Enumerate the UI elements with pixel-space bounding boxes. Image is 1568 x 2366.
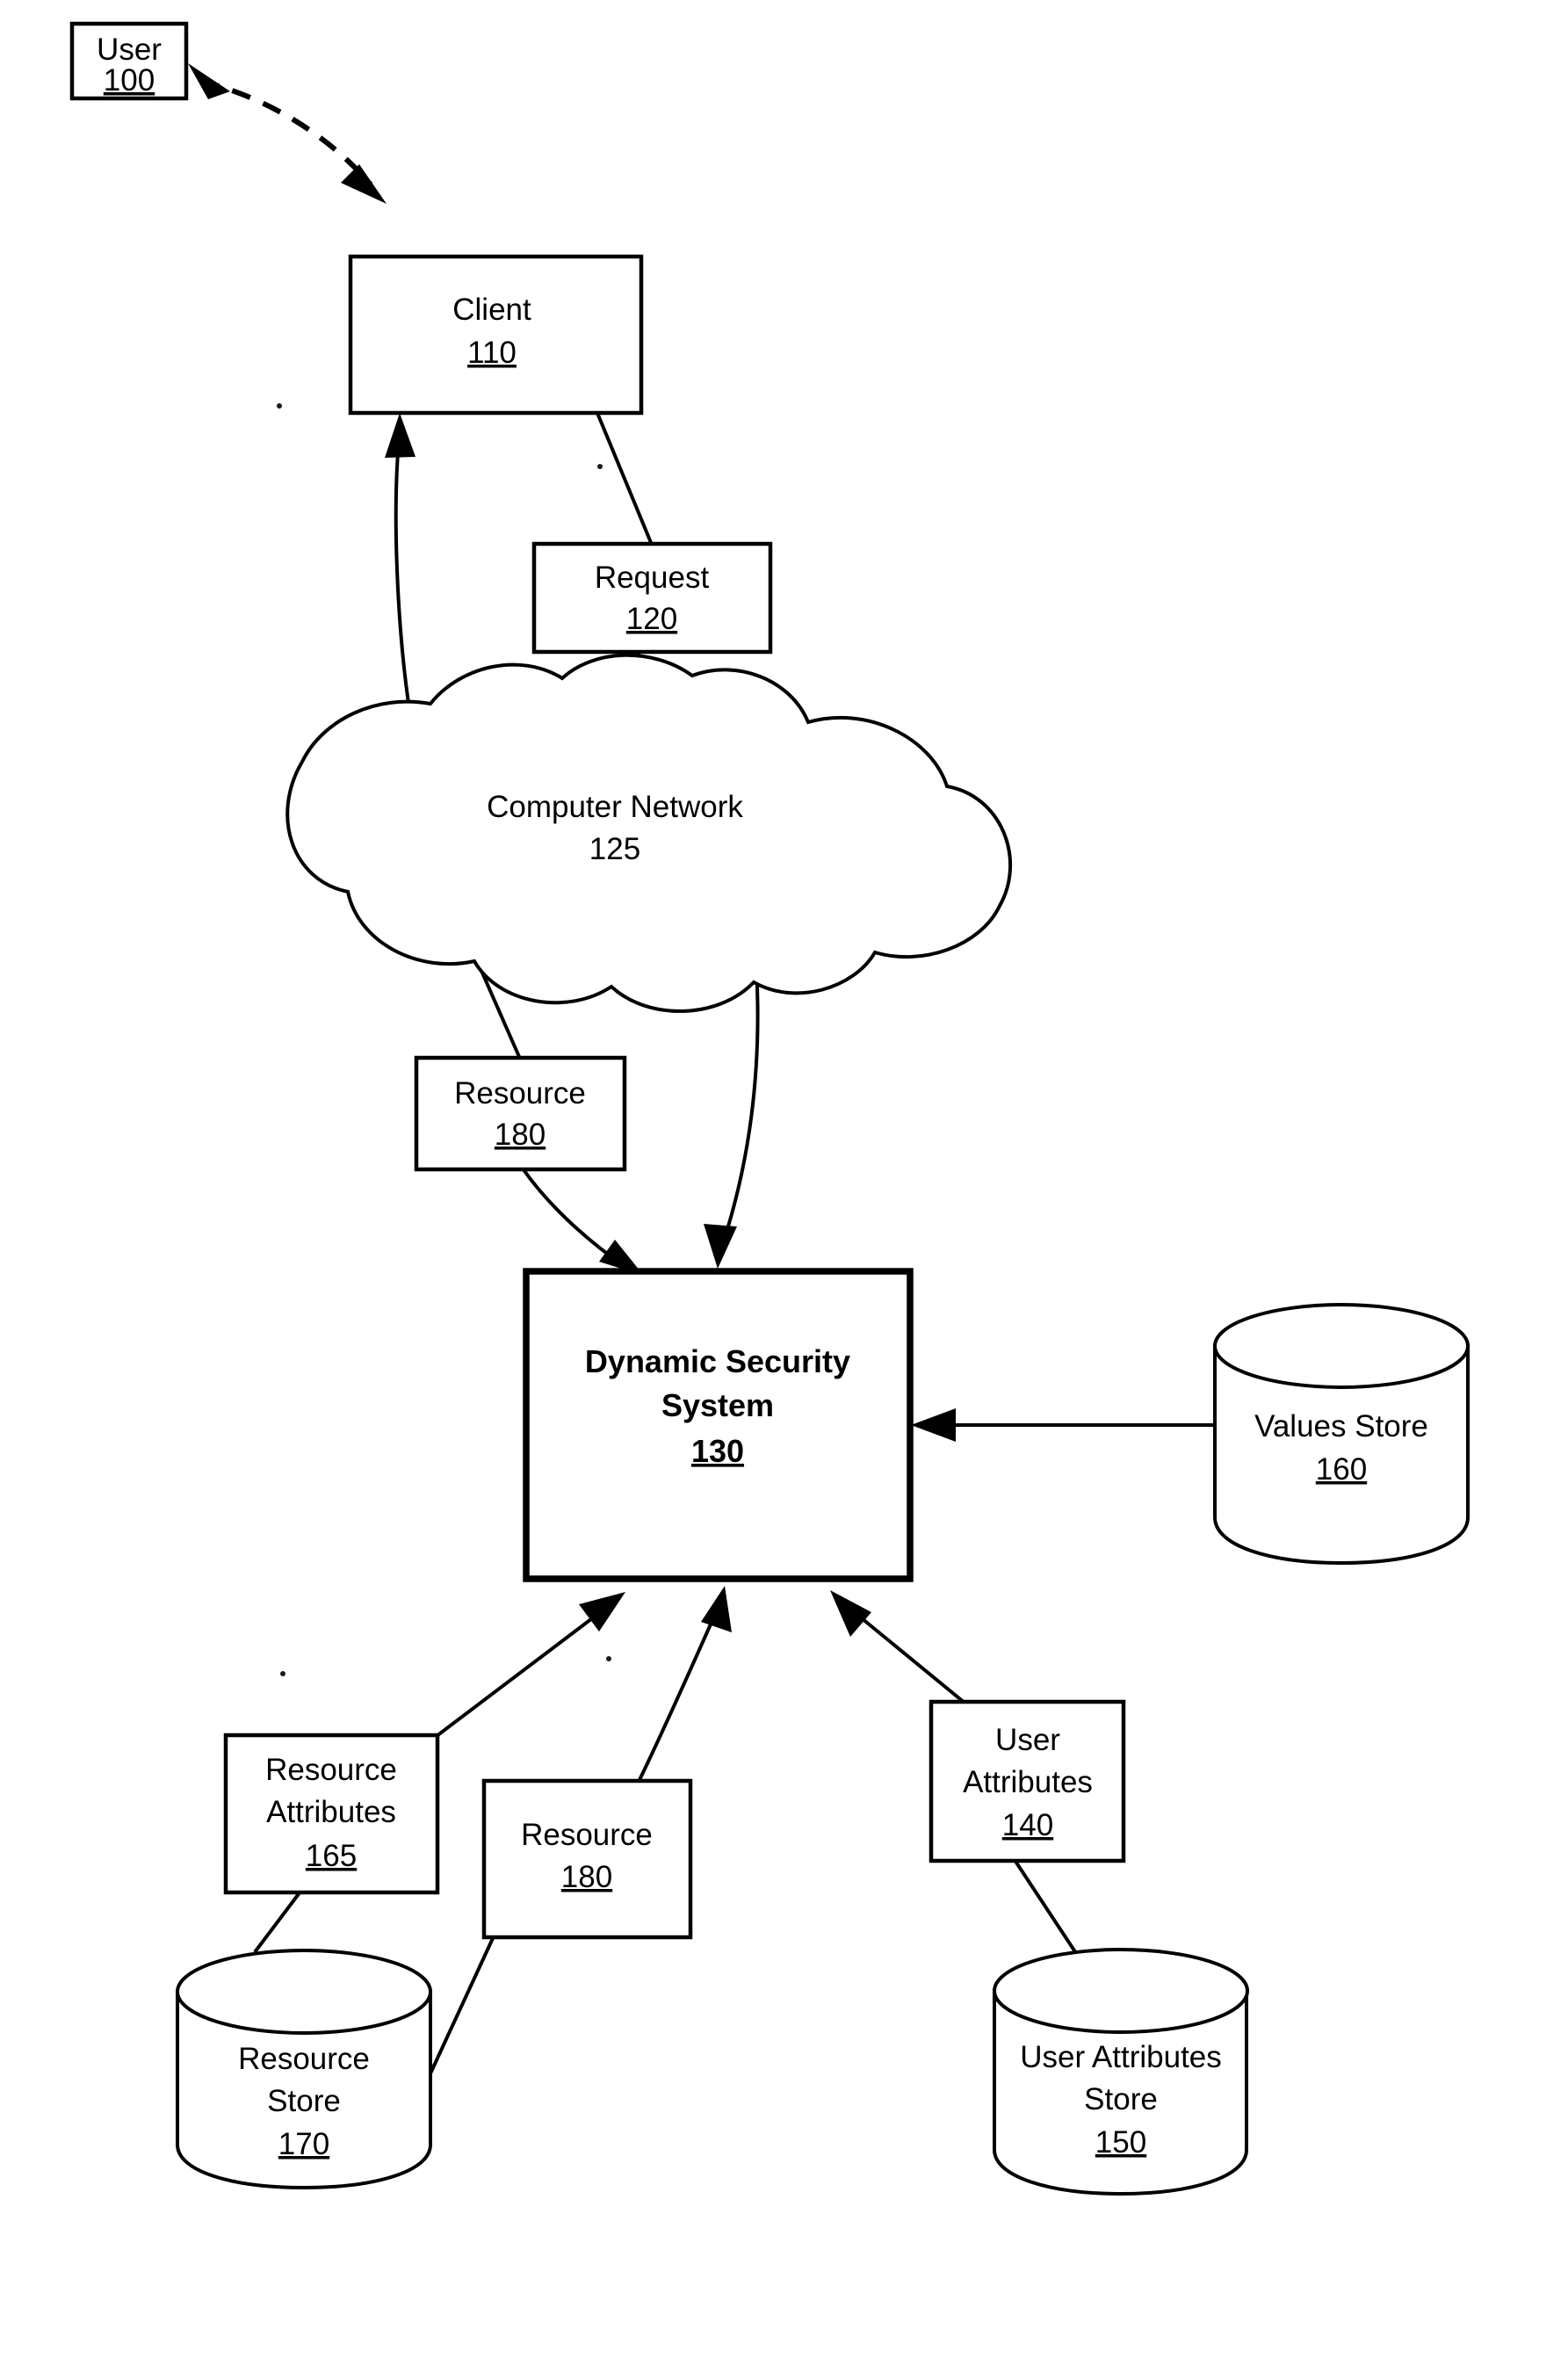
node-user-attributes-store-label-line1: User Attributes — [1020, 2040, 1222, 2074]
node-dss-label-line2: System — [661, 1387, 774, 1423]
connector-user-attributes-dss — [830, 1590, 966, 1704]
scan-speck — [280, 1671, 285, 1676]
node-client-ref: 110 — [467, 336, 517, 370]
node-resource-upper-label: Resource — [454, 1076, 586, 1111]
diagram-canvas: User 100 Client 110 Request 120 Computer… — [69, 21, 1470, 2196]
node-user-label: User — [97, 33, 162, 67]
node-request-ref: 120 — [626, 602, 677, 636]
connector-resource-store-resource-attributes — [253, 1890, 302, 1954]
node-user-attributes-store[interactable]: User Attributes Store 150 — [993, 1948, 1249, 2196]
node-request-label: Request — [595, 561, 710, 595]
node-user-attributes-label-line2: Attributes — [963, 1765, 1093, 1799]
node-computer-network-label: Computer Network — [487, 790, 743, 824]
node-resource-attributes-label-line2: Attributes — [266, 1795, 396, 1829]
connector-client-request — [596, 412, 654, 546]
node-resource-attributes-ref: 165 — [306, 1839, 357, 1873]
patent-figure: User 100 Client 110 Request 120 Computer… — [0, 0, 1568, 2366]
node-client[interactable]: Client 110 — [348, 254, 644, 416]
node-request[interactable]: Request 120 — [531, 541, 773, 655]
node-resource-store-ref: 170 — [278, 2127, 329, 2161]
node-resource-lower[interactable]: Resource 180 — [481, 1778, 693, 1940]
node-values-store-ref: 160 — [1316, 1452, 1367, 1487]
node-resource-upper[interactable]: Resource 180 — [414, 1055, 627, 1172]
node-user-attributes-store-ref: 150 — [1095, 2125, 1146, 2160]
scan-speck — [277, 403, 282, 409]
node-dss-ref: 130 — [691, 1433, 744, 1469]
connector-values-store-dss — [911, 1408, 1215, 1442]
scan-speck — [597, 464, 603, 469]
connector-resource-store-resource-lower — [429, 1935, 495, 2074]
node-client-label: Client — [452, 293, 531, 327]
scan-speck — [606, 1656, 611, 1661]
node-values-store[interactable]: Values Store 160 — [1213, 1303, 1470, 1566]
node-values-store-label: Values Store — [1254, 1409, 1428, 1443]
node-resource-upper-ref: 180 — [495, 1118, 546, 1152]
connector-resource-lower-dss — [637, 1586, 732, 1783]
node-resource-attributes[interactable]: Resource Attributes 165 — [223, 1733, 440, 1895]
node-user-attributes-store-label-line2: Store — [1084, 2082, 1158, 2116]
node-resource-store-label-line1: Resource — [238, 2042, 370, 2076]
node-dss-label-line1: Dynamic Security — [585, 1343, 850, 1379]
node-dynamic-security-system[interactable]: Dynamic Security System 130 — [523, 1268, 914, 1582]
node-resource-store[interactable]: Resource Store 170 — [176, 1949, 432, 2190]
connector-network-client — [385, 413, 415, 721]
connector-client-user — [188, 63, 387, 204]
node-computer-network[interactable]: Computer Network 125 — [285, 653, 1013, 1013]
node-user-attributes-label-line1: User — [995, 1723, 1060, 1757]
connector-resource-upper-dss — [521, 1167, 644, 1276]
node-resource-lower-ref: 180 — [561, 1860, 612, 1894]
connector-network-dss — [704, 966, 760, 1269]
node-user[interactable]: User 100 — [69, 21, 189, 101]
node-computer-network-ref: 125 — [589, 832, 640, 866]
node-user-attributes-ref: 140 — [1002, 1808, 1053, 1842]
node-user-ref: 100 — [104, 63, 155, 98]
node-resource-store-label-line2: Store — [267, 2084, 341, 2118]
connector-resource-attributes-dss — [435, 1592, 625, 1738]
node-user-attributes[interactable]: User Attributes 140 — [929, 1699, 1126, 1863]
node-resource-attributes-label-line1: Resource — [265, 1753, 397, 1787]
node-resource-lower-label: Resource — [521, 1818, 653, 1852]
